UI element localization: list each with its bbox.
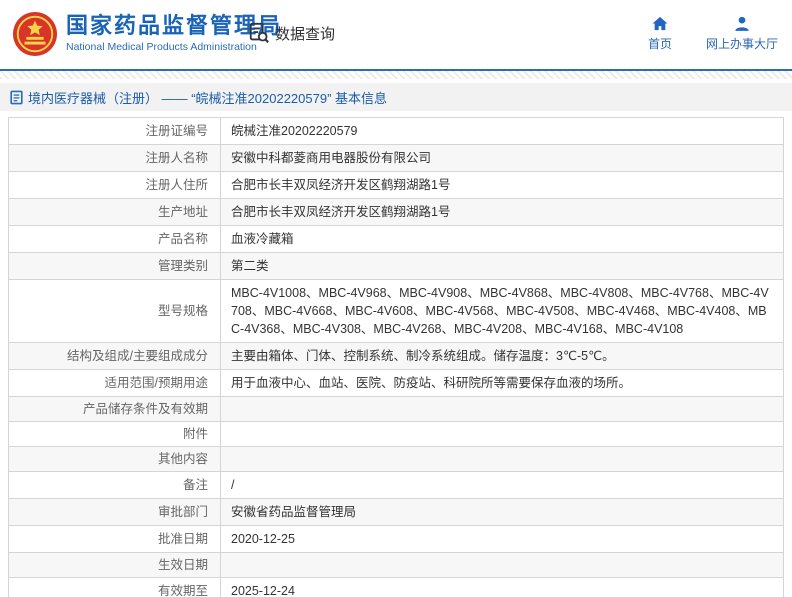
header-right-nav: 首页 网上办事大厅 [648,16,778,52]
home-label: 首页 [647,37,672,51]
page-header: 国家药品监督管理局 National Medical Products Admi… [0,0,792,69]
row-value: 合肥市长丰双凤经济开发区鹤翔湖路1号 [220,198,784,226]
online-hall-button[interactable]: 网上办事大厅 [706,16,778,52]
national-emblem-logo [12,11,58,57]
table-row: 附件 [8,421,784,447]
data-query-nav[interactable]: 数据查询 [248,22,335,44]
table-row: 注册证编号 皖械注准20202220579 [8,117,784,145]
table-row: 适用范围/预期用途 用于血液中心、血站、医院、防疫站、科研院所等需要保存血液的场所… [8,369,784,397]
registration-info-table: 注册证编号 皖械注准20202220579 注册人名称 安徽中科都菱商用电器股份有限公… [8,117,784,597]
table-row: 注册人名称 安徽中科都菱商用电器股份有限公司 [8,144,784,172]
row-label: 生效日期 [8,552,221,578]
row-value [220,446,784,472]
row-label: 批准日期 [8,525,221,553]
detail-table-wrap: 注册证编号 皖械注准20202220579 注册人名称 安徽中科都菱商用电器股份有限公… [8,117,784,597]
row-label: 管理类别 [8,252,221,280]
row-label: 适用范围/预期用途 [8,369,221,397]
table-row: 有效期至 2025-12-24 [8,577,784,597]
row-value [220,396,784,422]
table-row: 型号规格 MBC-4V1008、MBC-4V968、MBC-4V908、MBC-4… [8,279,784,343]
row-label: 注册人名称 [8,144,221,172]
row-value: MBC-4V1008、MBC-4V968、MBC-4V908、MBC-4V868… [220,279,784,343]
row-label: 有效期至 [8,577,221,597]
table-row: 其他内容 [8,446,784,472]
row-value: 安徽中科都菱商用电器股份有限公司 [220,144,784,172]
table-row: 生产地址 合肥市长丰双凤经济开发区鹤翔湖路1号 [8,198,784,226]
row-value: 合肥市长丰双凤经济开发区鹤翔湖路1号 [220,171,784,199]
row-label: 生产地址 [8,198,221,226]
breadcrumb: 境内医疗器械（注册） —— “皖械注准20202220579” 基本信息 [0,83,792,111]
home-button[interactable]: 首页 [648,16,672,52]
breadcrumb-text: 境内医疗器械（注册） —— “皖械注准20202220579” 基本信息 [28,90,388,106]
row-label: 审批部门 [8,498,221,526]
row-label: 产品名称 [8,225,221,253]
row-label: 备注 [8,471,221,499]
row-value: 用于血液中心、血站、医院、防疫站、科研院所等需要保存血液的场所。 [220,369,784,397]
row-label: 附件 [8,421,221,447]
person-icon [735,16,749,31]
row-label: 结构及组成/主要组成成分 [8,342,221,370]
document-icon [10,90,23,104]
table-row: 批准日期 2020-12-25 [8,525,784,553]
row-value: 皖械注准20202220579 [220,117,784,145]
table-row: 注册人住所 合肥市长丰双凤经济开发区鹤翔湖路1号 [8,171,784,199]
table-row: 管理类别 第二类 [8,252,784,280]
row-value: 安徽省药品监督管理局 [220,498,784,526]
table-row: 备注 / [8,471,784,499]
home-icon [652,16,668,31]
online-hall-label: 网上办事大厅 [705,37,778,51]
table-row: 产品名称 血液冷藏箱 [8,225,784,253]
row-value: 血液冷藏箱 [220,225,784,253]
table-row: 产品储存条件及有效期 [8,396,784,422]
data-query-label: 数据查询 [275,25,336,43]
table-row: 结构及组成/主要组成成分 主要由箱体、门体、控制系统、制冷系统组成。储存温度：3℃… [8,342,784,370]
row-value: 2025-12-24 [220,577,784,597]
row-value: / [220,471,784,499]
table-row: 审批部门 安徽省药品监督管理局 [8,498,784,526]
table-row: 生效日期 [8,552,784,578]
row-value: 第二类 [220,252,784,280]
row-label: 其他内容 [8,446,221,472]
row-label: 注册人住所 [8,171,221,199]
document-search-icon [249,22,269,43]
row-label: 产品储存条件及有效期 [8,396,221,422]
row-value [220,421,784,447]
row-label: 注册证编号 [8,117,221,145]
row-label: 型号规格 [8,279,221,343]
row-value [220,552,784,578]
row-value: 2020-12-25 [220,525,784,553]
hatched-band [0,71,792,79]
row-value: 主要由箱体、门体、控制系统、制冷系统组成。储存温度：3℃-5℃。 [220,342,784,370]
